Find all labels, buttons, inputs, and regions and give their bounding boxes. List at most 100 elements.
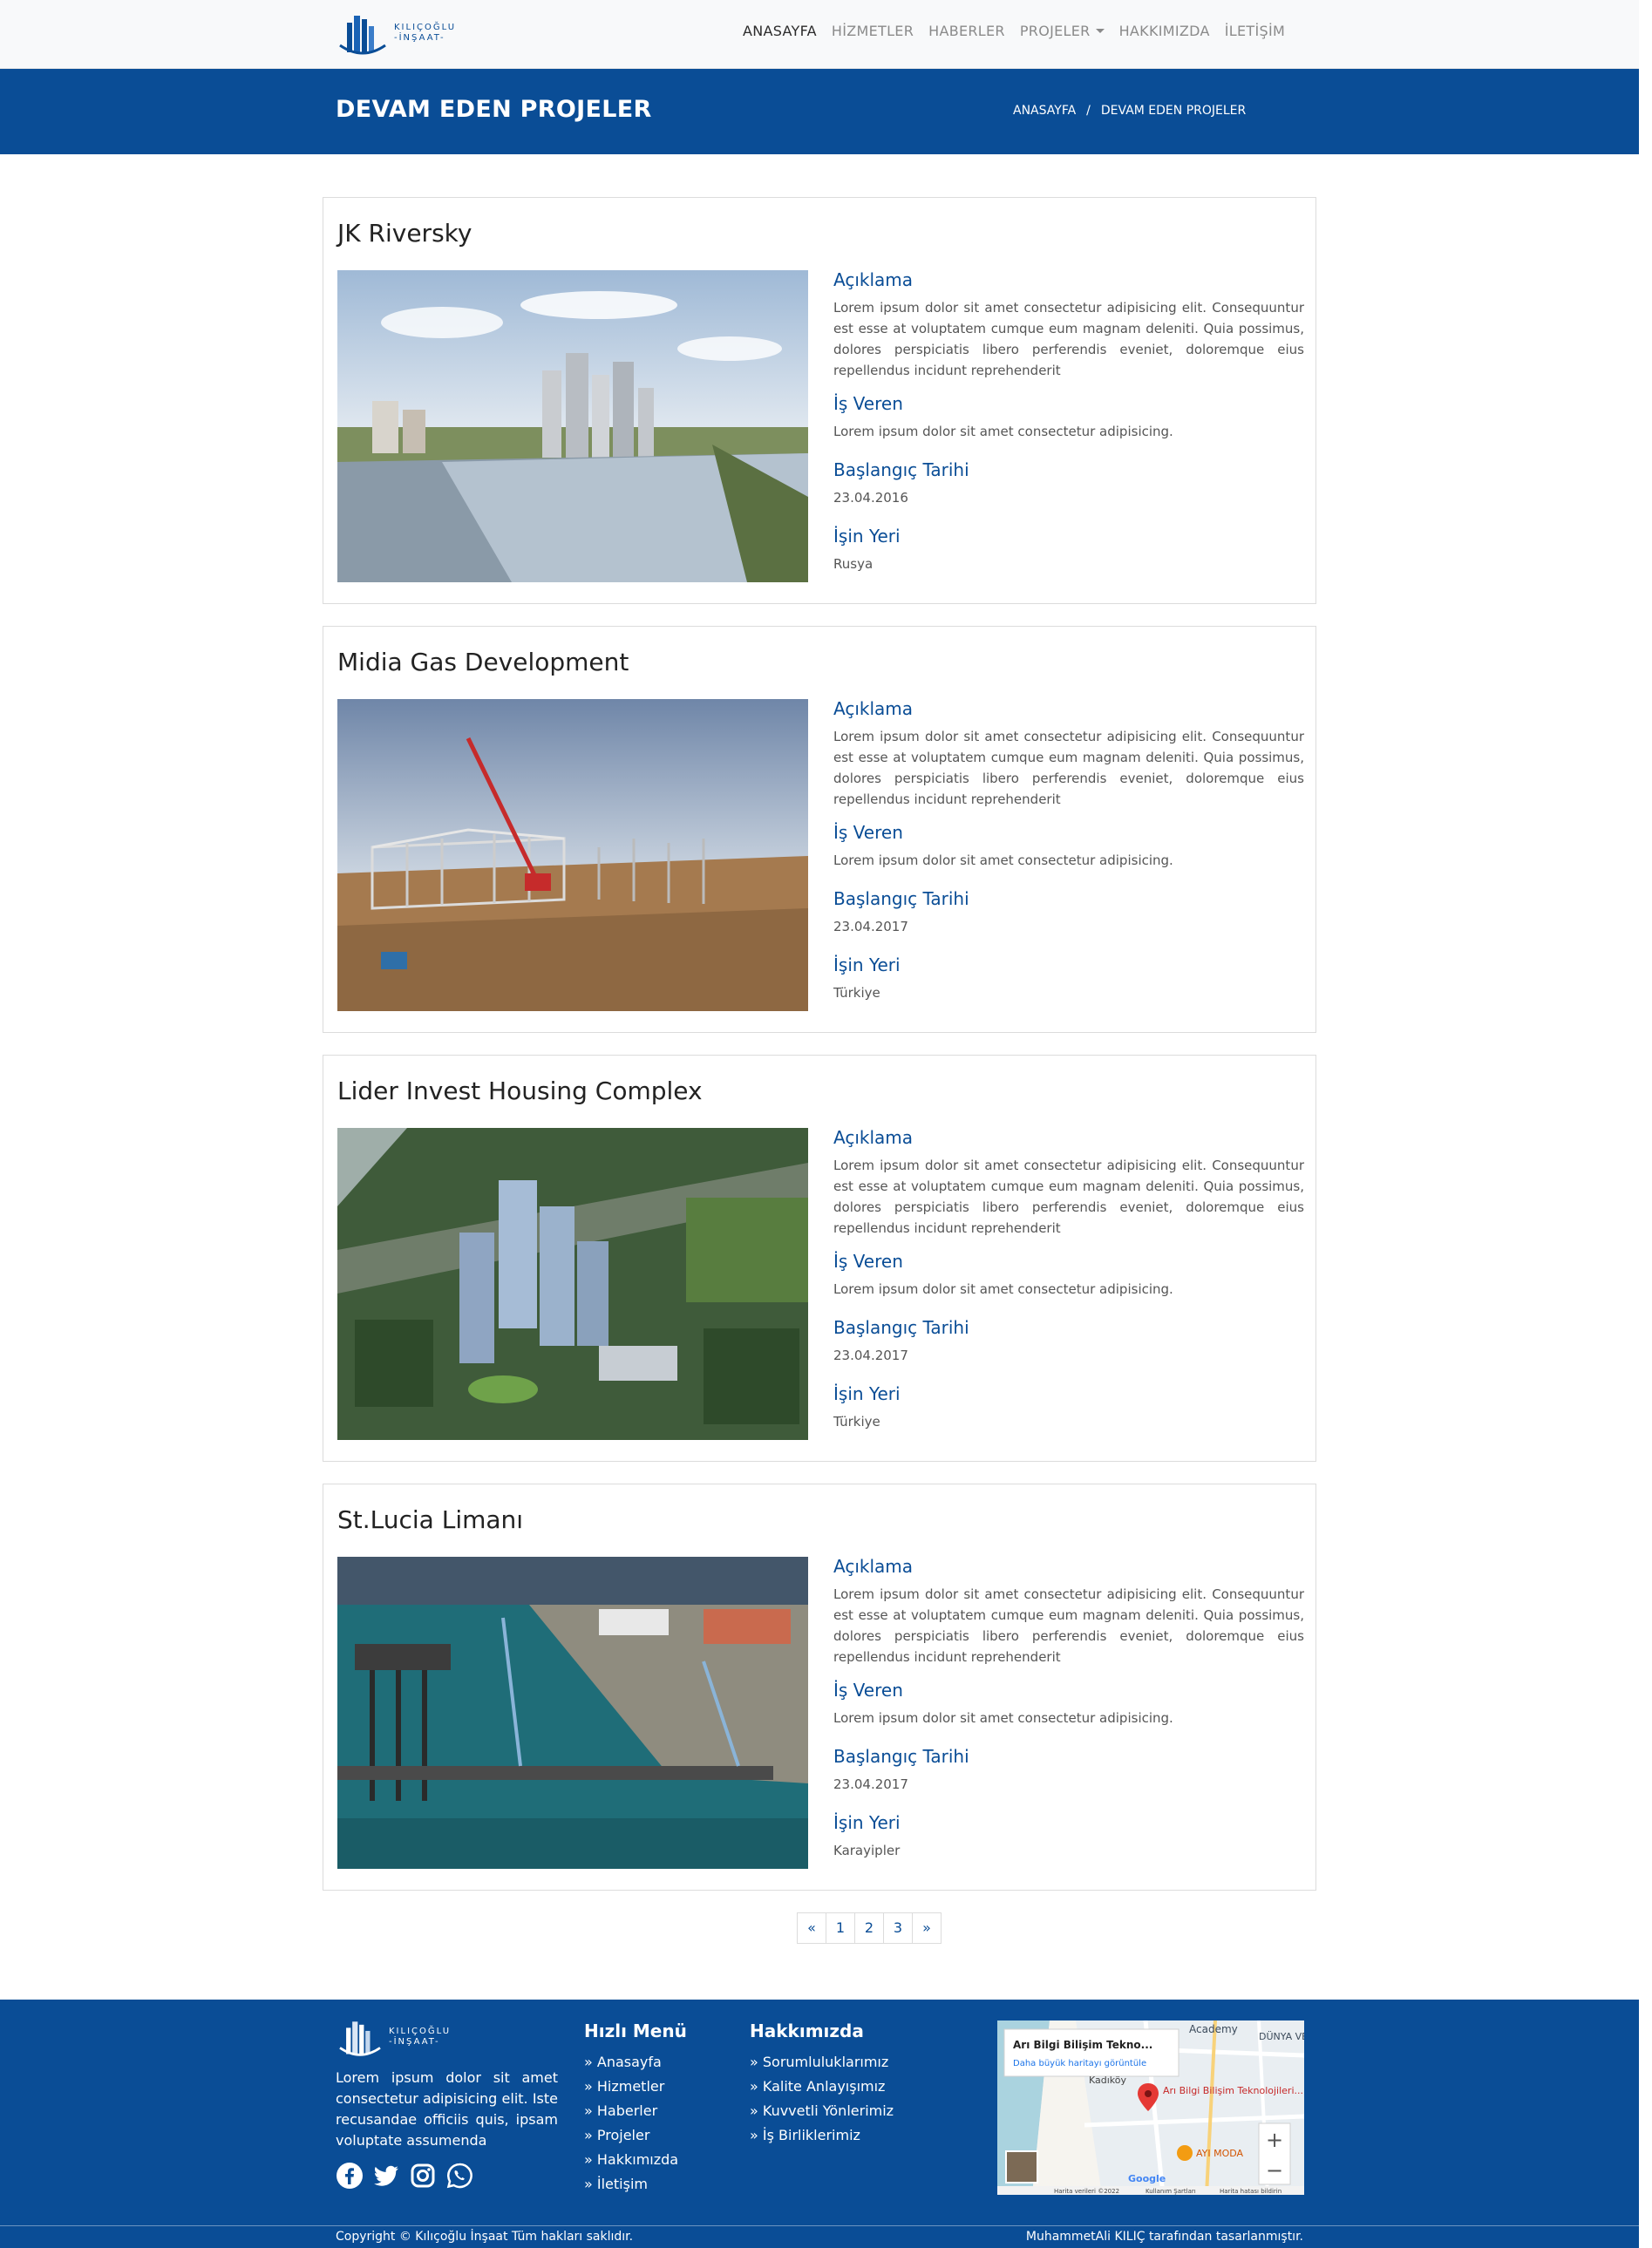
nav-hakkimizda[interactable]: HAKKIMIZDA <box>1119 23 1210 39</box>
map-zoom-out-button[interactable]: − <box>1266 2158 1283 2183</box>
footer-logo[interactable]: KILIÇOĞLU -İNŞAAT- <box>338 2017 451 2057</box>
project-image <box>337 1557 808 1869</box>
location-heading: İşin Yeri <box>833 1383 901 1404</box>
description-heading: Açıklama <box>833 1127 914 1148</box>
employer-heading: İş Veren <box>833 393 903 414</box>
map-report-link[interactable]: Harita hatası bildirin <box>1220 2188 1281 2195</box>
footer-link-anasayfa[interactable]: » Anasayfa <box>584 2050 687 2075</box>
pagination-prev[interactable]: « <box>797 1912 826 1944</box>
pagination: « 1 2 3 » <box>797 1912 942 1944</box>
description-heading: Açıklama <box>833 269 914 290</box>
nav-hizmetler[interactable]: HİZMETLER <box>832 23 914 39</box>
location-heading: İşin Yeri <box>833 1812 901 1833</box>
project-location: Karayipler <box>833 1843 901 1858</box>
employer-heading: İş Veren <box>833 1680 903 1701</box>
google-logo: Google <box>1128 2173 1166 2184</box>
project-employer: Lorem ipsum dolor sit amet consectetur a… <box>833 852 1173 868</box>
breadcrumb-current: DEVAM EDEN PROJELER <box>1100 104 1247 118</box>
pagination-page-2[interactable]: 2 <box>854 1912 884 1944</box>
project-title: Lider Invest Housing Complex <box>337 1076 703 1105</box>
project-image <box>337 699 808 1011</box>
project-info: Açıklama Lorem ipsum dolor sit amet cons… <box>833 1127 1304 1450</box>
project-employer: Lorem ipsum dolor sit amet consectetur a… <box>833 1710 1173 1726</box>
project-description: Lorem ipsum dolor sit amet consectetur a… <box>833 300 1304 378</box>
logo-icon <box>339 16 386 55</box>
breadcrumb-separator: / <box>1086 104 1091 118</box>
project-start-date: 23.04.2016 <box>833 490 908 506</box>
project-card: Lider Invest Housing Complex Açıklama Lo… <box>323 1055 1316 1462</box>
footer-link-haberler[interactable]: » Haberler <box>584 2099 687 2123</box>
footer-link-hakkimizda[interactable]: » Hakkımızda <box>584 2148 687 2172</box>
project-image <box>337 270 808 582</box>
footer: KILIÇOĞLU -İNŞAAT- Lorem ipsum dolor sit… <box>0 2000 1639 2248</box>
location-heading: İşin Yeri <box>833 954 901 975</box>
map-poi-icon <box>1177 2145 1193 2161</box>
copyright-text: Copyright © Kılıçoğlu İnşaat Tüm hakları… <box>336 2230 634 2244</box>
project-employer: Lorem ipsum dolor sit amet consectetur a… <box>833 424 1173 439</box>
project-card: Midia Gas Development Açıklama Lorem ips… <box>323 626 1316 1033</box>
footer-link-hizmetler[interactable]: » Hizmetler <box>584 2075 687 2099</box>
project-title: JK Riversky <box>337 219 472 248</box>
nav-projeler[interactable]: PROJELER <box>1020 23 1091 39</box>
page-banner: DEVAM EDEN PROJELER ANASAYFA / DEVAM EDE… <box>0 69 1639 154</box>
quick-menu-title: Hızlı Menü <box>584 2020 687 2041</box>
project-card: JK Riversky Açıklama Lorem ipsum dolor s… <box>323 197 1316 604</box>
map-place-title: Arı Bilgi Bilişim Tekno... <box>1013 2039 1152 2051</box>
footer-about-menu: Hakkımızda » Sorumluluklarımız » Kalite … <box>750 2020 894 2148</box>
project-employer: Lorem ipsum dolor sit amet consectetur a… <box>833 1281 1173 1297</box>
map-zoom-in-button[interactable]: + <box>1266 2128 1283 2152</box>
main-nav: ANASAYFA HİZMETLER HABERLER PROJELER HAK… <box>743 23 1285 39</box>
project-location: Rusya <box>833 556 874 572</box>
location-heading: İşin Yeri <box>833 526 901 547</box>
pagination-next[interactable]: » <box>912 1912 942 1944</box>
pagination-page-3[interactable]: 3 <box>883 1912 913 1944</box>
start-date-heading: Başlangıç Tarihi <box>833 459 969 480</box>
start-date-heading: Başlangıç Tarihi <box>833 1317 969 1338</box>
employer-heading: İş Veren <box>833 1251 903 1272</box>
breadcrumb: ANASAYFA / DEVAM EDEN PROJELER <box>1013 104 1246 118</box>
map-pin-label: Arı Bilgi Bilişim Teknolojileri... <box>1163 2085 1303 2096</box>
pagination-page-1[interactable]: 1 <box>826 1912 855 1944</box>
start-date-heading: Başlangıç Tarihi <box>833 1746 969 1767</box>
map-data-credit: Harita verileri ©2022 <box>1054 2188 1119 2195</box>
project-start-date: 23.04.2017 <box>833 1776 908 1792</box>
about-menu-title: Hakkımızda <box>750 2020 864 2041</box>
nav-anasayfa[interactable]: ANASAYFA <box>743 23 817 39</box>
embedded-map[interactable]: Arı Bilgi Bilişim Tekno... Daha büyük ha… <box>997 2020 1304 2195</box>
project-start-date: 23.04.2017 <box>833 919 908 934</box>
employer-heading: İş Veren <box>833 822 903 843</box>
brand-subtitle: -İNŞAAT- <box>389 2037 440 2047</box>
facebook-icon[interactable] <box>336 2162 364 2190</box>
footer-link-yonler[interactable]: » Kuvvetli Yönlerimiz <box>750 2099 894 2123</box>
map-poi-right: DÜNYA VE MI <box>1259 2031 1304 2042</box>
caret-down-icon <box>1095 29 1105 33</box>
project-location: Türkiye <box>833 1414 880 1430</box>
project-image <box>337 1128 808 1440</box>
project-card: St.Lucia Limanı Açıklama Lorem ipsum dol… <box>323 1484 1316 1891</box>
project-info: Açıklama Lorem ipsum dolor sit amet cons… <box>833 698 1304 1021</box>
footer-link-iletisim[interactable]: » İletişim <box>584 2172 687 2197</box>
map-terms-link[interactable]: Kullanım Şartları <box>1146 2188 1196 2195</box>
footer-link-kalite[interactable]: » Kalite Anlayışımız <box>750 2075 894 2099</box>
whatsapp-icon[interactable] <box>445 2162 473 2190</box>
designer-credit: MuhammetAli KILIÇ tarafından tasarlanmış… <box>1025 2230 1303 2244</box>
breadcrumb-home[interactable]: ANASAYFA <box>1013 104 1076 118</box>
footer-link-projeler[interactable]: » Projeler <box>584 2123 687 2148</box>
nav-haberler[interactable]: HABERLER <box>928 23 1005 39</box>
nav-projeler-dropdown[interactable]: PROJELER <box>1020 23 1105 39</box>
project-title: St.Lucia Limanı <box>337 1505 524 1534</box>
map-layer-thumbnail[interactable] <box>1005 2150 1038 2183</box>
footer-quick-menu: Hızlı Menü » Anasayfa » Hizmetler » Habe… <box>584 2020 687 2197</box>
logo-icon <box>339 2021 381 2056</box>
brand-name: KILIÇOĞLU <box>389 2027 452 2036</box>
map-bigger-link[interactable]: Daha büyük haritayı görüntüle <box>1013 2059 1146 2068</box>
twitter-icon[interactable] <box>372 2162 400 2190</box>
nav-iletisim[interactable]: İLETİŞİM <box>1225 23 1285 39</box>
brand-logo[interactable]: KILIÇOĞLU -İNŞAAT- <box>338 9 478 58</box>
footer-link-birlikler[interactable]: » İş Birliklerimiz <box>750 2123 894 2148</box>
social-links <box>336 2162 473 2190</box>
project-start-date: 23.04.2017 <box>833 1348 908 1363</box>
footer-link-sorumluluklar[interactable]: » Sorumluluklarımız <box>750 2050 894 2075</box>
project-description: Lorem ipsum dolor sit amet consectetur a… <box>833 1586 1304 1665</box>
instagram-icon[interactable] <box>409 2162 437 2190</box>
